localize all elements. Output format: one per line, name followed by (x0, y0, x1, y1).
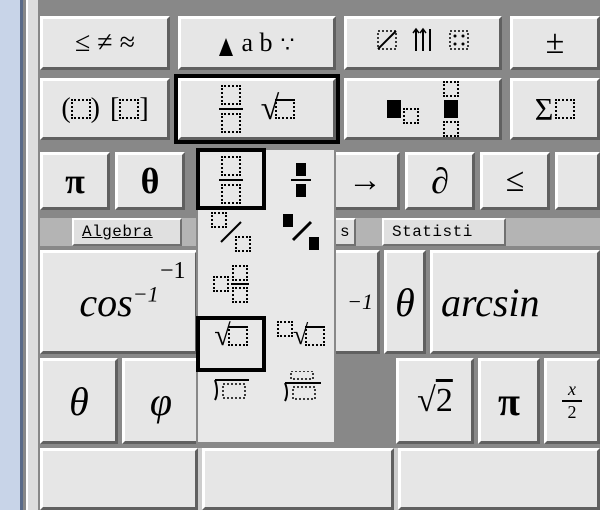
subsup-icon-2 (443, 81, 459, 137)
palette-relational-label: ≤ ≠ ≈ (75, 27, 135, 59)
half-label: x2 (562, 379, 582, 423)
popup-nthroot-dashed[interactable]: √ (271, 312, 331, 360)
window-left-border (0, 0, 23, 510)
button-theta-small[interactable]: θ (40, 358, 118, 444)
symbol-arrow[interactable]: → (330, 152, 400, 210)
button-arcsin[interactable]: arcsin (430, 250, 600, 354)
sum-icon: Σ (535, 91, 576, 128)
le-label: ≤ (506, 162, 525, 200)
popup-sqrt-dashed[interactable]: √ (201, 312, 261, 360)
tab-algebra[interactable]: Algebra (72, 218, 182, 246)
palette-spaces[interactable]: a b ∵ (178, 16, 336, 70)
symbol-pi[interactable]: π (40, 152, 110, 210)
button-theta-big[interactable]: θ (384, 250, 426, 354)
arrowhead-icon (219, 38, 233, 56)
button-half[interactable]: x2 (544, 358, 600, 444)
button-row5c[interactable] (398, 448, 600, 510)
plusminus-label: ± (546, 24, 565, 62)
arcsin-label: arcsin (441, 279, 540, 326)
longdiv-icon-1 (209, 372, 253, 404)
palette-fences[interactable]: () [] (40, 78, 170, 140)
tab-statistics-label: Statisti (392, 223, 473, 241)
tab-statistics[interactable]: Statisti (382, 218, 506, 246)
popup-longdiv-dashed[interactable] (201, 364, 261, 412)
popup-longdiv-solid[interactable] (271, 364, 331, 412)
palette-plusminus[interactable]: ± (510, 16, 600, 70)
symbol-le[interactable]: ≤ (480, 152, 550, 210)
sup-minus1: −1 (347, 289, 373, 315)
theta-label: θ (141, 160, 160, 202)
pi-label: π (65, 160, 85, 202)
partial-label: ∂ (431, 160, 449, 202)
subsup-icon-1 (387, 100, 419, 118)
matrix-icon-3 (448, 29, 470, 58)
popup-fraction-dashed[interactable] (201, 156, 261, 204)
symbol-theta[interactable]: θ (115, 152, 185, 210)
theta-big-label: θ (395, 279, 415, 326)
inner-border (26, 0, 38, 510)
palette-matrix-icons[interactable] (344, 16, 502, 70)
palette-subsup[interactable] (344, 78, 502, 140)
button-pi-2[interactable]: π (478, 358, 540, 444)
button-row5b[interactable] (202, 448, 394, 510)
button-inv-theta-left[interactable]: −1 (330, 250, 380, 354)
theta-small-label: θ (69, 378, 89, 425)
popup-diag-solid[interactable] (271, 208, 331, 256)
button-sqrt2[interactable]: √2 (396, 358, 474, 444)
button-row5a[interactable] (40, 448, 198, 510)
arrow-label: → (348, 162, 382, 200)
tab-algebra-label: Algebra (82, 223, 153, 241)
phi-label: φ (150, 378, 172, 425)
popup-empty (271, 260, 331, 308)
palette-relational[interactable]: ≤ ≠ ≈ (40, 16, 170, 70)
button-phi[interactable]: φ (122, 358, 200, 444)
bracket-template-icon: [] (110, 93, 149, 125)
popup-fraction-solid[interactable] (271, 156, 331, 204)
matrix-icon-1 (376, 29, 398, 58)
matrix-icon-2 (412, 27, 434, 60)
tab-s-label: s (340, 223, 350, 241)
palette-fractions-radicals[interactable]: √ (178, 78, 336, 140)
pi2-label: π (498, 378, 520, 425)
sup-fragment: −1 (160, 258, 186, 285)
fraction-radical-popup: √ √ (196, 148, 336, 444)
popup-diag-dashed[interactable] (201, 208, 261, 256)
popup-mixed-dashed[interactable] (201, 260, 261, 308)
symbol-partial[interactable]: ∂ (405, 152, 475, 210)
sqrt2-label: √2 (417, 382, 453, 420)
spaces-label: a b (241, 28, 272, 58)
fraction-template-icon (219, 85, 243, 133)
radical-template-icon: √ (261, 90, 296, 128)
palette-sum[interactable]: Σ (510, 78, 600, 140)
symbol-more[interactable] (555, 152, 600, 210)
cos-inv-label: cos−1 (79, 279, 158, 326)
paren-template-icon: () (61, 93, 100, 125)
longdiv-icon-2 (277, 371, 325, 405)
